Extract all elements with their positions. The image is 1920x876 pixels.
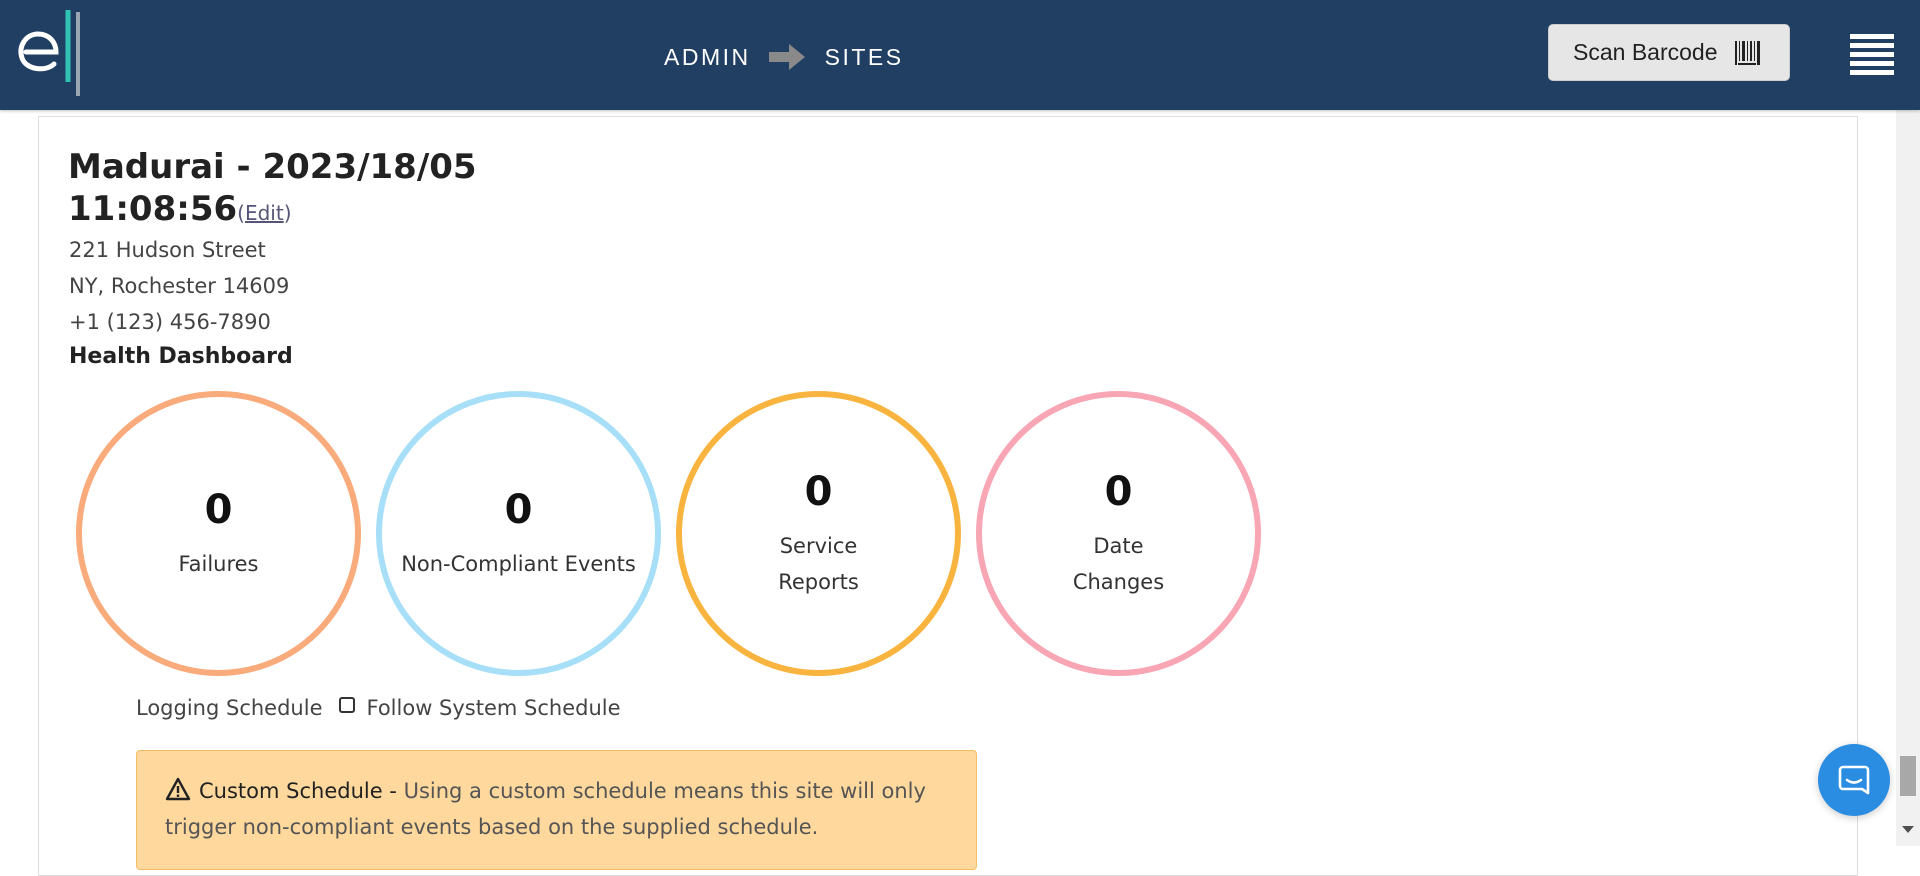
follow-system-schedule-label[interactable]: Follow System Schedule (367, 696, 621, 720)
site-title: Madurai - 2023/18/05 (68, 147, 477, 187)
barcode-icon (1735, 40, 1761, 65)
service-reports-label: Service Reports (778, 533, 859, 594)
scan-barcode-button[interactable]: Scan Barcode (1548, 24, 1790, 81)
warning-icon (165, 776, 191, 801)
breadcrumb: ADMIN SITES (664, 42, 904, 72)
edit-link[interactable]: (Edit) (237, 201, 291, 225)
service-reports-count: 0 (804, 468, 833, 515)
alert-title: Custom Schedule - (199, 779, 397, 803)
vertical-scrollbar[interactable] (1896, 110, 1920, 846)
logo-icon[interactable] (16, 8, 86, 98)
phone-number: +1 (123) 456-7890 (69, 310, 271, 334)
non-compliant-events-label: Non-Compliant Events (401, 551, 636, 576)
scroll-down-arrow-icon[interactable] (1902, 826, 1914, 833)
chat-icon[interactable] (1818, 744, 1890, 816)
site-time-text: 11:08:56 (68, 189, 238, 229)
non-compliant-events-stat[interactable]: 0 Non-Compliant Events (376, 391, 661, 676)
service-reports-stat[interactable]: 0 Service Reports (676, 391, 961, 676)
follow-system-schedule-checkbox[interactable] (338, 697, 355, 713)
failures-count: 0 (204, 486, 233, 533)
breadcrumb-admin[interactable]: ADMIN (664, 44, 751, 71)
date-changes-label: Date Changes (1072, 533, 1165, 594)
site-time: 11:08:56(Edit) (68, 188, 292, 234)
non-compliant-events-count: 0 (504, 486, 533, 533)
hamburger-menu-icon[interactable] (1850, 34, 1894, 75)
arrow-right-icon (767, 42, 807, 72)
custom-schedule-alert: Custom Schedule - Using a custom schedul… (136, 750, 977, 870)
address-line-2: NY, Rochester 14609 (69, 274, 290, 298)
logging-schedule-label: Logging Schedule (136, 696, 323, 720)
health-dashboard-title: Health Dashboard (69, 344, 293, 369)
date-changes-stat[interactable]: 0 Date Changes (976, 391, 1261, 676)
logging-schedule-row: Logging Schedule Follow System Schedule (136, 696, 621, 720)
scrollbar-thumb[interactable] (1900, 756, 1916, 796)
date-changes-count: 0 (1104, 468, 1133, 515)
top-navigation-bar: ADMIN SITES Scan Barcode (0, 0, 1920, 110)
failures-label: Failures (178, 551, 259, 576)
failures-stat[interactable]: 0 Failures (76, 391, 361, 676)
breadcrumb-sites[interactable]: SITES (825, 44, 904, 71)
address-line-1: 221 Hudson Street (69, 238, 266, 262)
scan-barcode-label: Scan Barcode (1573, 39, 1718, 65)
